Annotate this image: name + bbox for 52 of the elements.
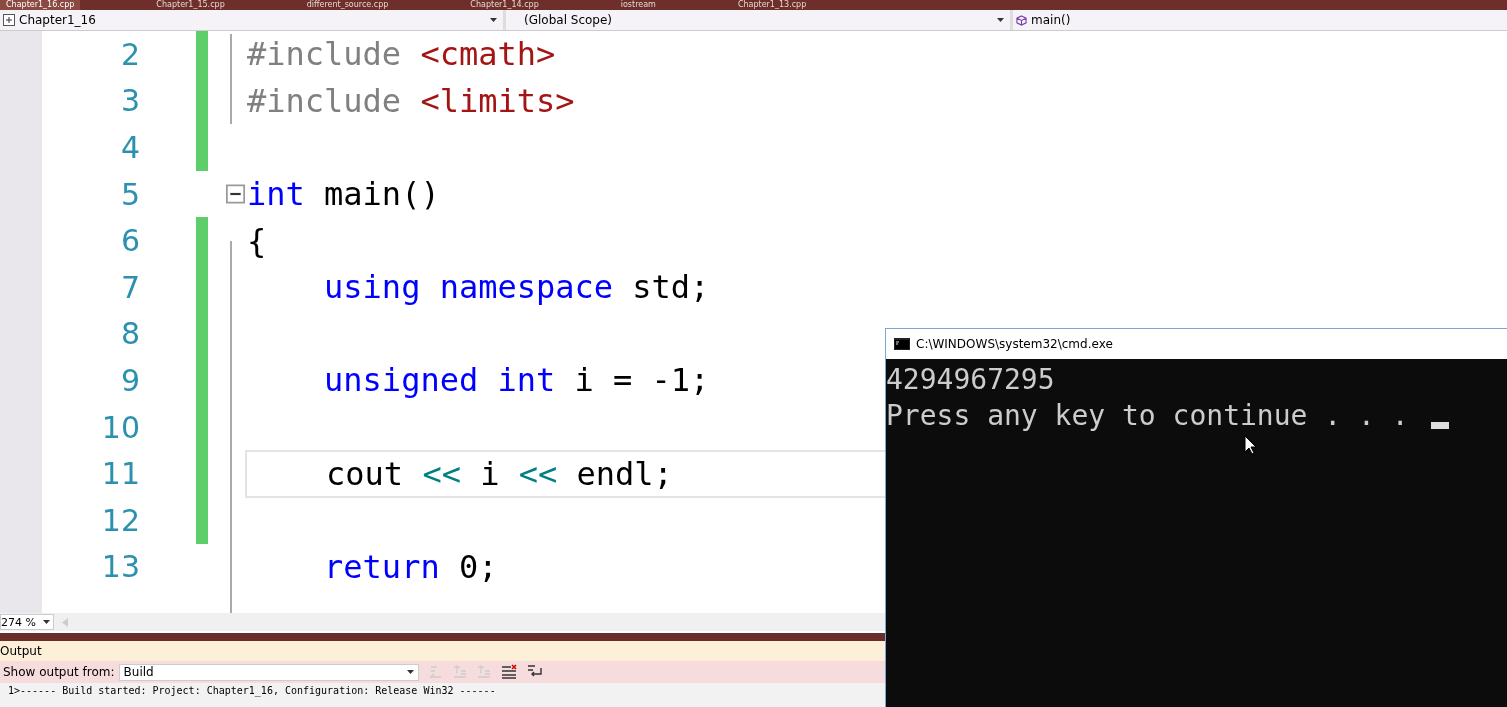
- next-message-icon[interactable]: [476, 665, 491, 679]
- file-tab[interactable]: Chapter1_16.cpp: [0, 0, 81, 10]
- panel-splitter[interactable]: [0, 633, 885, 641]
- console-text: Press any key to continue . . .: [886, 398, 1409, 432]
- console-text: 4294967295: [886, 362, 1055, 396]
- file-tab[interactable]: Chapter1_14.cpp: [464, 0, 545, 10]
- code-line: return 0;: [323, 547, 498, 586]
- previous-message-icon[interactable]: [452, 665, 467, 679]
- window-title: C:\WINDOWS\system32\cmd.exe: [916, 337, 1113, 351]
- code-line: cout << i << endl;: [325, 454, 673, 493]
- code-line: unsigned int i = -1;: [323, 361, 710, 400]
- caret-icon: [406, 670, 414, 674]
- line-number: 6: [119, 223, 140, 259]
- mouse-pointer-icon: [1244, 435, 1258, 455]
- code-line: {: [247, 221, 267, 260]
- code-line: using namespace std;: [323, 268, 710, 307]
- member-dropdown[interactable]: main(): [1013, 10, 1507, 30]
- line-number: 12: [100, 502, 140, 538]
- panel-title: Output: [0, 644, 42, 658]
- line-number: 4: [119, 130, 140, 165]
- output-source-dropdown[interactable]: Build: [118, 663, 419, 681]
- code-line: #include <cmath>: [247, 35, 556, 74]
- code-line: int main(): [247, 175, 440, 214]
- line-number: 8: [119, 316, 140, 352]
- console-icon: [894, 338, 910, 350]
- file-tab[interactable]: Chapter1_15.cpp: [150, 0, 231, 10]
- file-tab[interactable]: Chapter1_13.cpp: [731, 0, 813, 10]
- line-number: 13: [100, 549, 140, 585]
- line-number: 5: [119, 176, 140, 212]
- line-number: 10: [100, 409, 140, 445]
- cube-icon: [1016, 14, 1027, 26]
- file-tab[interactable]: different_source.cpp: [300, 0, 395, 10]
- clear-all-icon[interactable]: [500, 664, 517, 680]
- file-tab[interactable]: iostream: [614, 0, 662, 10]
- zoom-dropdown[interactable]: 274 %: [0, 614, 54, 630]
- project-icon: [3, 14, 15, 26]
- caret-icon: [43, 620, 50, 624]
- line-number: 2: [119, 36, 140, 72]
- line-number: 7: [119, 269, 140, 305]
- text-cursor: [1430, 422, 1449, 429]
- line-number: 11: [100, 456, 140, 492]
- code-line: #include <limits>: [247, 81, 575, 120]
- scroll-left-icon[interactable]: [62, 617, 68, 627]
- collapse-icon[interactable]: [226, 183, 245, 206]
- line-number: 9: [119, 362, 140, 398]
- output-line: 1>------ Build started: Project: Chapter1_16, Configuration: Release Win32 ------: [8, 685, 497, 696]
- find-message-icon[interactable]: [428, 665, 443, 679]
- caret-icon: [997, 18, 1004, 22]
- line-number: 3: [119, 83, 140, 119]
- scope-dropdown[interactable]: (Global Scope): [506, 10, 1013, 30]
- caret-icon: [490, 18, 497, 22]
- output-source-label: Show output from:: [3, 665, 115, 679]
